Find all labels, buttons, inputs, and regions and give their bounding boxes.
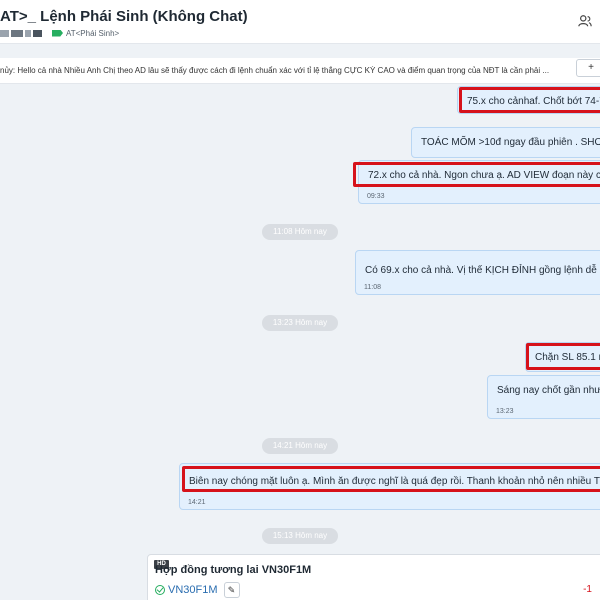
message-time: 09:33	[367, 193, 385, 200]
chat-title: AT>_ Lệnh Phái Sinh (Không Chat)	[0, 8, 248, 25]
message-bubble[interactable]: Có 69.x cho cả nhà. Vị thế KỊCH ĐỈNH gồn…	[355, 250, 600, 295]
contract-title: Hợp đồng tương lai VN30F1M	[155, 564, 312, 576]
check-circle-icon	[155, 585, 165, 595]
chat-subinfo: AT<Phái Sinh>	[0, 27, 119, 39]
pencil-icon[interactable]: ✎	[223, 582, 240, 598]
message-time: 11:08	[364, 284, 381, 291]
date-separator: 13:23 Hôm nay	[262, 315, 338, 331]
message-time: 13:23	[496, 408, 514, 415]
highlight-box	[182, 466, 600, 492]
pin-more-button[interactable]: +	[576, 59, 600, 77]
date-separator: 14:21 Hôm nay	[262, 438, 338, 454]
message-bubble[interactable]: TOÁC MÕM >10đ ngay đầu phiên . SHORT	[411, 127, 600, 158]
chat-header: AT>_ Lệnh Phái Sinh (Không Chat) AT<Phái…	[0, 0, 600, 44]
tag-icon	[52, 29, 63, 37]
contract-symbol[interactable]: VN30F1M	[168, 584, 218, 596]
message-text: TOÁC MÕM >10đ ngay đầu phiên . SHORT	[421, 137, 600, 148]
member-avatars	[0, 29, 42, 37]
price-change: -1	[583, 584, 592, 595]
highlight-box	[526, 343, 600, 370]
pinned-message-text: nủy: Hello cả nhà Nhiều Anh Chị theo AD …	[0, 66, 550, 75]
channel-label[interactable]: AT<Phái Sinh>	[66, 29, 119, 38]
highlight-box	[353, 162, 600, 187]
message-time: 14:21	[188, 499, 206, 506]
contract-row: VN30F1M ✎	[155, 582, 240, 598]
message-bubble[interactable]: Sáng nay chốt gần như h 13:23	[487, 375, 600, 419]
people-icon[interactable]	[578, 14, 592, 28]
date-separator: 11:08 Hôm nay	[262, 224, 338, 240]
highlight-box	[459, 87, 600, 113]
message-text: Có 69.x cho cả nhà. Vị thế KỊCH ĐỈNH gồn…	[365, 265, 600, 276]
date-separator: 15:13 Hôm nay	[262, 528, 338, 544]
futures-contract-card[interactable]: HD Hợp đồng tương lai VN30F1M VN30F1M ✎ …	[147, 554, 600, 600]
message-text: Sáng nay chốt gần như h	[497, 385, 600, 396]
pinned-message-bar[interactable]: nủy: Hello cả nhà Nhiều Anh Chị theo AD …	[0, 58, 600, 84]
